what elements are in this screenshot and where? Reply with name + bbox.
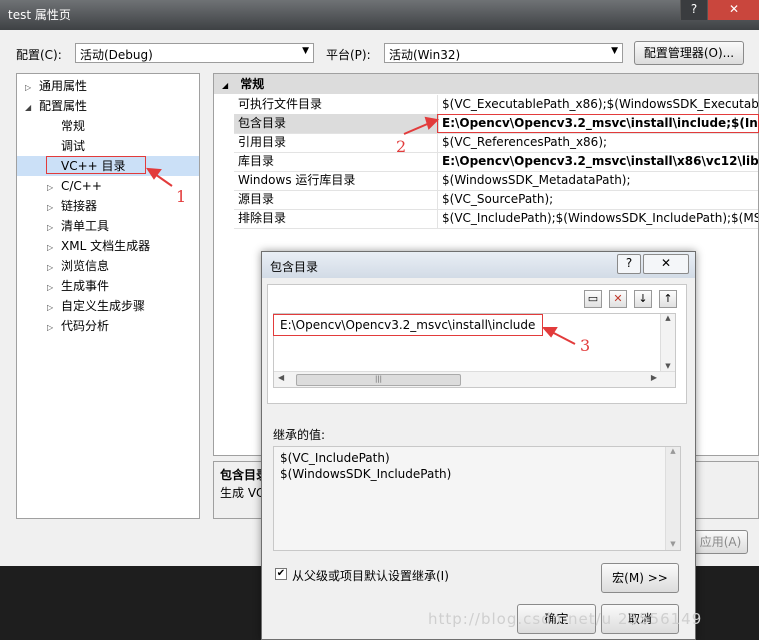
annotation-number-1: 1	[176, 187, 187, 206]
annotation-arrows	[146, 116, 576, 345]
watermark: http://blog.csdn.net/u 25556149	[428, 610, 703, 628]
annotation-number-3: 3	[580, 336, 591, 355]
annotation-number-2: 2	[396, 137, 407, 156]
